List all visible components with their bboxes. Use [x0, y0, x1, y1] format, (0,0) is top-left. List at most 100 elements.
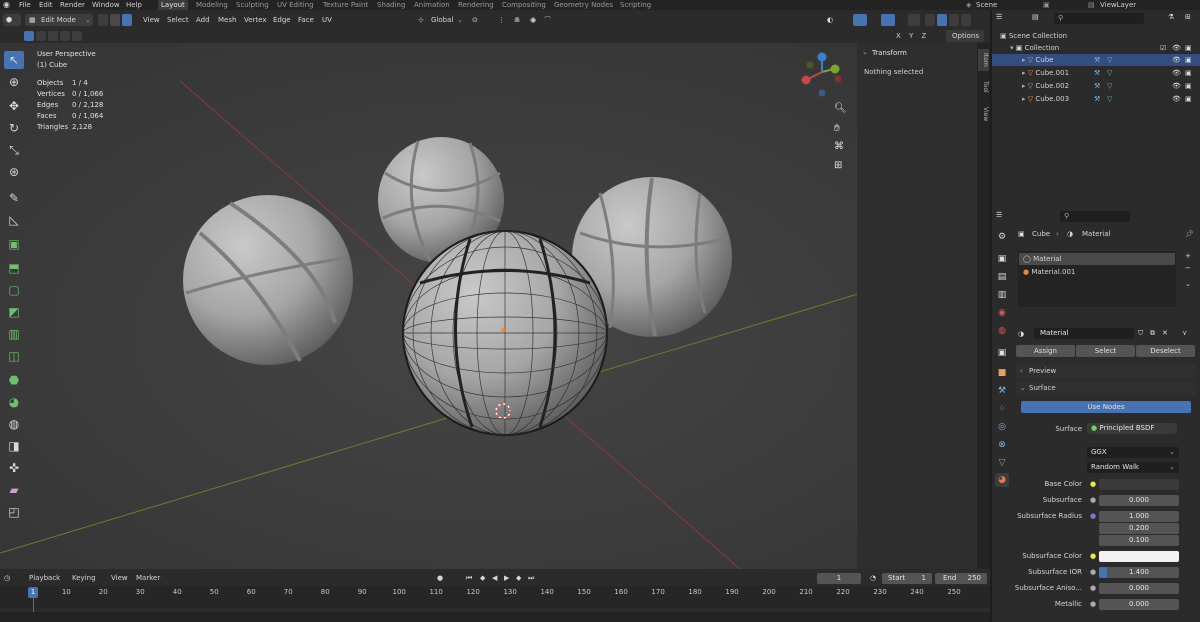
- rip-tool-icon[interactable]: ◰: [4, 503, 24, 521]
- edge-slide-tool-icon[interactable]: ◨: [4, 437, 24, 455]
- scale-tool-icon[interactable]: ⤡: [4, 141, 24, 159]
- knife-tool-icon[interactable]: ◫: [4, 347, 24, 365]
- new-collection-icon[interactable]: ⊞: [1185, 11, 1191, 23]
- socket-icon[interactable]: ●: [1090, 566, 1096, 578]
- material-browse-icon[interactable]: ◑: [1018, 328, 1024, 340]
- select-box-tool-icon[interactable]: ↖: [4, 51, 24, 69]
- physics-icon[interactable]: ◎: [995, 420, 1009, 434]
- tab-texture-paint[interactable]: Texture Paint: [323, 0, 368, 10]
- transform-panel-title[interactable]: Transform: [872, 48, 907, 59]
- close-icon[interactable]: ✕: [1162, 327, 1168, 339]
- menu-face[interactable]: Face: [298, 14, 314, 26]
- tab-scripting[interactable]: Scripting: [620, 0, 651, 10]
- menu-playback[interactable]: Playback: [29, 572, 60, 584]
- eye-icon[interactable]: 👁︎: [1172, 42, 1181, 54]
- shear-tool-icon[interactable]: ▰: [4, 481, 24, 499]
- list-item[interactable]: ● Material.001: [1019, 266, 1175, 278]
- blender-logo-icon[interactable]: ◉: [3, 0, 10, 10]
- smooth-tool-icon[interactable]: ◍: [4, 415, 24, 433]
- subsurface-color-field[interactable]: [1099, 551, 1179, 562]
- menu-uv[interactable]: UV: [322, 14, 332, 26]
- surface-shader-field[interactable]: ● Principled BSDF: [1087, 423, 1177, 434]
- next-keyframe-icon[interactable]: ◆: [516, 572, 521, 584]
- modifier-wrench-icon[interactable]: ⚒: [995, 384, 1009, 398]
- properties-search-input[interactable]: ⚲: [1060, 211, 1130, 222]
- eye-icon[interactable]: 👁︎: [1172, 80, 1181, 92]
- select-button[interactable]: Select: [1076, 345, 1135, 357]
- menu-keying[interactable]: Keying: [72, 572, 96, 584]
- add-slot-icon[interactable]: +: [1185, 250, 1191, 262]
- chevron-down-icon[interactable]: ⌄: [862, 47, 868, 58]
- tab-item[interactable]: Item: [978, 49, 989, 71]
- render-icon[interactable]: ▣: [995, 252, 1009, 266]
- list-item[interactable]: ▸ ▽ Cube.002 ⚒ ▽ 👁︎ ▣: [992, 80, 1200, 92]
- socket-icon[interactable]: ●: [1090, 598, 1096, 610]
- tab-tool[interactable]: Tool: [978, 77, 989, 97]
- mesh-data-icon[interactable]: ▽: [995, 456, 1009, 470]
- tab-rendering[interactable]: Rendering: [458, 0, 494, 10]
- distribution-select[interactable]: GGX ⌄: [1087, 447, 1179, 458]
- eye-icon[interactable]: 👁︎: [1172, 67, 1181, 79]
- annotate-tool-icon[interactable]: ✎: [4, 189, 24, 207]
- menu-help[interactable]: Help: [126, 0, 142, 10]
- subsurface-radius-y-field[interactable]: 0.200: [1099, 523, 1179, 534]
- 3d-viewport[interactable]: User Perspective (1) Cube Objects 1 / 4 …: [0, 43, 977, 569]
- select-new-button[interactable]: [24, 31, 34, 41]
- metallic-field[interactable]: 0.000: [1099, 599, 1179, 610]
- extrude-tool-icon[interactable]: ⬒: [4, 259, 24, 277]
- select-intersect-button[interactable]: [72, 31, 82, 41]
- rendered-shading-button[interactable]: [961, 14, 971, 26]
- prev-keyframe-icon[interactable]: ◆: [480, 572, 485, 584]
- overlay-toggle-button[interactable]: [881, 14, 895, 26]
- subsurface-method-select[interactable]: Random Walk ⌄: [1087, 462, 1179, 473]
- menu-file[interactable]: File: [19, 0, 31, 10]
- tab-modeling[interactable]: Modeling: [196, 0, 228, 10]
- pivot-icon[interactable]: ⊙: [472, 14, 478, 26]
- tab-uv-editing[interactable]: UV Editing: [277, 0, 314, 10]
- measure-tool-icon[interactable]: ◺: [4, 211, 24, 229]
- orientation-selector[interactable]: Global: [431, 14, 453, 26]
- tab-layout[interactable]: Layout: [158, 0, 188, 10]
- shrink-fatten-tool-icon[interactable]: ✜: [4, 459, 24, 477]
- menu-edit[interactable]: Edit: [39, 0, 53, 10]
- menu-add[interactable]: Add: [196, 14, 210, 26]
- list-item[interactable]: ▸ ▽ Cube ⚒ ▽ 👁︎ ▣: [992, 54, 1200, 66]
- play-reverse-icon[interactable]: ◀: [492, 572, 497, 584]
- subsurface-radius-x-field[interactable]: 1.000: [1099, 511, 1179, 522]
- use-nodes-button[interactable]: Use Nodes: [1021, 401, 1191, 413]
- properties-editor-icon[interactable]: ☰: [996, 209, 1002, 221]
- socket-icon[interactable]: ●: [1090, 582, 1096, 594]
- camera-icon[interactable]: ▣: [1185, 42, 1192, 54]
- eye-icon[interactable]: 👁︎: [1172, 54, 1181, 66]
- particles-icon[interactable]: ⁘: [995, 402, 1009, 416]
- tool-settings-icon[interactable]: ⚙: [995, 230, 1009, 244]
- subsurface-field[interactable]: 0.000: [1099, 495, 1179, 506]
- collection-icon[interactable]: ▣: [995, 346, 1009, 360]
- transform-tool-icon[interactable]: ⊛: [4, 163, 24, 181]
- base-color-field[interactable]: [1099, 479, 1179, 490]
- browse-scene-icon[interactable]: ▣: [1043, 0, 1050, 10]
- tab-geometry-nodes[interactable]: Geometry Nodes: [554, 0, 613, 10]
- gizmo-toggle-button[interactable]: [853, 14, 867, 26]
- inset-tool-icon[interactable]: ▢: [4, 281, 24, 299]
- start-frame-field[interactable]: Start 1: [882, 573, 932, 584]
- material-name-field[interactable]: Material: [1034, 328, 1134, 339]
- solid-shading-button[interactable]: [937, 14, 947, 26]
- menu-select[interactable]: Select: [167, 14, 189, 26]
- cursor-tool-icon[interactable]: ⊕: [4, 73, 24, 91]
- pan-hand-icon[interactable]: ✋︎: [834, 123, 840, 134]
- link-icon[interactable]: ⋎: [1182, 327, 1187, 339]
- mirror-axes[interactable]: X Y Z: [896, 30, 929, 42]
- viewport-visibility-icon[interactable]: ◐: [827, 14, 833, 26]
- output-icon[interactable]: ▤: [995, 270, 1009, 284]
- falloff-icon[interactable]: ⌒: [544, 14, 551, 26]
- list-item[interactable]: ▸ ▽ Cube.003 ⚒ ▽ 👁︎ ▣: [992, 93, 1200, 105]
- tab-animation[interactable]: Animation: [414, 0, 450, 10]
- view-layer-selector[interactable]: ViewLayer: [1100, 0, 1136, 10]
- menu-view[interactable]: View: [143, 14, 160, 26]
- rotate-tool-icon[interactable]: ↻: [4, 119, 24, 137]
- assign-button[interactable]: Assign: [1016, 345, 1075, 357]
- current-frame-field[interactable]: 1: [817, 573, 861, 584]
- menu-vertex[interactable]: Vertex: [244, 14, 267, 26]
- view-layer-icon[interactable]: ▥: [995, 288, 1009, 302]
